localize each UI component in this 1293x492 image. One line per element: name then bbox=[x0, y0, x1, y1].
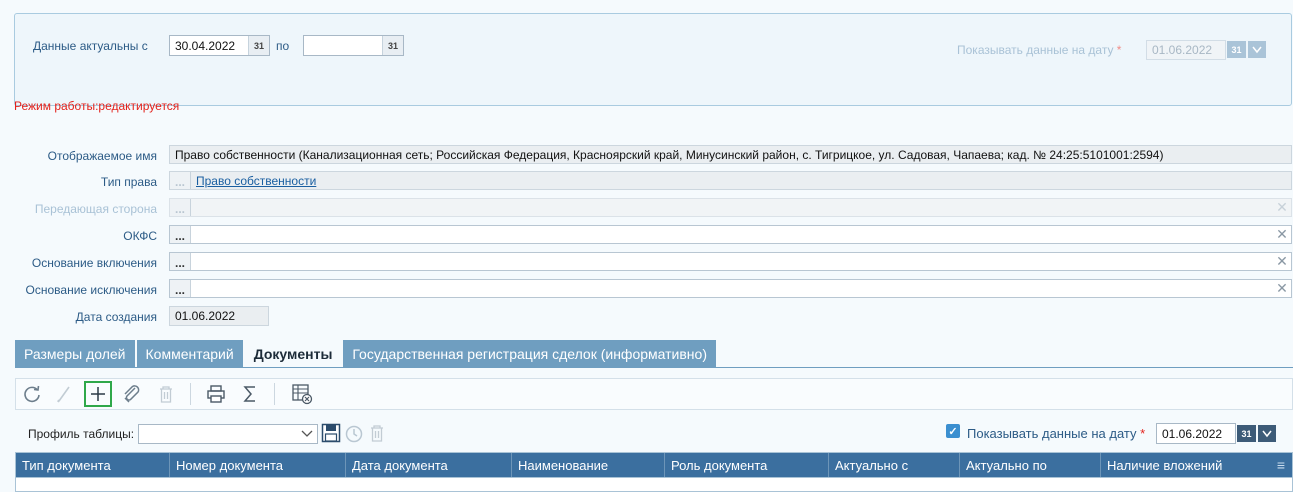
documents-toolbar bbox=[15, 378, 1293, 410]
column-header-attachments[interactable]: Наличие вложений bbox=[1101, 453, 1270, 477]
mode-status: Режим работы:редактируется bbox=[14, 99, 180, 113]
print-icon[interactable] bbox=[202, 381, 230, 407]
tab-documents[interactable]: Документы bbox=[244, 340, 342, 368]
select-dots-button: ... bbox=[170, 172, 191, 189]
display-name-value: Право собственности (Канализационная сет… bbox=[175, 147, 1164, 162]
table-settings-icon[interactable] bbox=[288, 381, 316, 407]
chevron-down-icon bbox=[301, 430, 313, 437]
reset-profile-icon bbox=[344, 424, 364, 447]
right-type-link[interactable]: Право собственности bbox=[196, 174, 316, 188]
show-on-date-checkbox[interactable]: ✓ bbox=[946, 424, 960, 438]
column-menu-icon[interactable]: ≡ bbox=[1270, 453, 1292, 477]
okfs-field[interactable]: ... ✕ bbox=[169, 225, 1292, 244]
edit-icon bbox=[50, 381, 78, 407]
grid-header: Тип документа Номер документа Дата докум… bbox=[16, 453, 1292, 478]
delete-profile-icon bbox=[369, 424, 385, 445]
documents-grid: Тип документа Номер документа Дата докум… bbox=[15, 452, 1293, 492]
toolbar-separator bbox=[274, 383, 275, 405]
tab-comment[interactable]: Комментарий bbox=[136, 340, 243, 368]
calendar-icon[interactable]: 31 bbox=[1237, 425, 1256, 442]
right-type-label: Тип права bbox=[100, 175, 157, 189]
created-date-label: Дата создания bbox=[75, 310, 157, 324]
column-header-actual-to[interactable]: Актуально по bbox=[960, 453, 1101, 477]
select-dots-button: ... bbox=[170, 199, 191, 216]
right-type-field: ... Право собственности bbox=[169, 171, 1292, 190]
tab-divider bbox=[15, 367, 1293, 368]
select-dots-button[interactable]: ... bbox=[170, 280, 191, 297]
show-on-date-field-top: 01.06.2022 bbox=[1146, 40, 1226, 60]
column-header-doc-number[interactable]: Номер документа bbox=[170, 453, 346, 477]
actual-to-date-field[interactable]: 31 bbox=[303, 35, 404, 56]
transferring-party-field: ... ✕ bbox=[169, 198, 1292, 217]
chevron-down-icon[interactable] bbox=[1258, 425, 1276, 442]
toolbar-separator bbox=[190, 383, 191, 405]
trash-icon bbox=[152, 381, 180, 407]
date-filter-panel bbox=[14, 13, 1292, 106]
clear-icon[interactable]: ✕ bbox=[1273, 253, 1291, 270]
show-on-date-field[interactable]: 01.06.2022 bbox=[1156, 423, 1236, 444]
tab-bar: Размеры долей Комментарий Документы Госу… bbox=[15, 340, 718, 368]
display-name-field: Право собственности (Канализационная сет… bbox=[169, 145, 1292, 164]
calendar-icon[interactable]: 31 bbox=[382, 36, 403, 55]
show-on-date-value: 01.06.2022 bbox=[1162, 426, 1223, 441]
column-header-doc-date[interactable]: Дата документа bbox=[346, 453, 512, 477]
save-profile-icon[interactable] bbox=[321, 423, 341, 446]
inclusion-basis-label: Основание включения bbox=[31, 256, 157, 270]
clear-icon[interactable]: ✕ bbox=[1273, 226, 1291, 243]
actual-from-date-field[interactable]: 30.04.2022 31 bbox=[169, 35, 270, 56]
show-on-date-label-top: Показывать данные на дату * bbox=[957, 43, 1122, 57]
column-header-name[interactable]: Наименование bbox=[512, 453, 665, 477]
column-header-actual-from[interactable]: Актуально с bbox=[829, 453, 960, 477]
tab-share-sizes[interactable]: Размеры долей bbox=[15, 340, 135, 368]
refresh-icon[interactable] bbox=[18, 381, 46, 407]
actual-from-label: Данные актуальны с bbox=[33, 39, 148, 53]
table-profile-label: Профиль таблицы: bbox=[28, 427, 135, 441]
clear-icon: ✕ bbox=[1276, 199, 1288, 215]
tab-state-registration[interactable]: Государственная регистрация сделок (инфо… bbox=[343, 340, 716, 368]
okfs-label: ОКФС bbox=[123, 229, 157, 243]
calendar-icon: 31 bbox=[1227, 41, 1246, 58]
to-label: по bbox=[276, 39, 290, 53]
chevron-down-icon bbox=[1248, 41, 1266, 58]
transferring-party-label: Передающая сторона bbox=[34, 202, 157, 216]
inclusion-basis-field[interactable]: ... ✕ bbox=[169, 252, 1292, 271]
show-on-date-value-top: 01.06.2022 bbox=[1152, 43, 1213, 57]
attach-icon[interactable] bbox=[118, 381, 146, 407]
add-button[interactable] bbox=[84, 381, 112, 407]
created-date-value: 01.06.2022 bbox=[175, 309, 236, 323]
table-profile-select[interactable] bbox=[138, 424, 318, 444]
column-header-doc-role[interactable]: Роль документа bbox=[665, 453, 829, 477]
actual-from-date-value: 30.04.2022 bbox=[175, 38, 236, 53]
created-date-field: 01.06.2022 bbox=[169, 306, 269, 326]
exclusion-basis-label: Основание исключения bbox=[25, 283, 157, 297]
column-header-doc-type[interactable]: Тип документа bbox=[16, 453, 170, 477]
select-dots-button[interactable]: ... bbox=[170, 226, 191, 243]
exclusion-basis-field[interactable]: ... ✕ bbox=[169, 279, 1292, 298]
select-dots-button[interactable]: ... bbox=[170, 253, 191, 270]
clear-icon[interactable]: ✕ bbox=[1273, 280, 1291, 297]
sum-icon[interactable] bbox=[236, 381, 264, 407]
display-name-label: Отображаемое имя bbox=[47, 149, 157, 163]
show-on-date-label: Показывать данные на дату * bbox=[967, 426, 1146, 441]
calendar-icon[interactable]: 31 bbox=[248, 36, 269, 55]
